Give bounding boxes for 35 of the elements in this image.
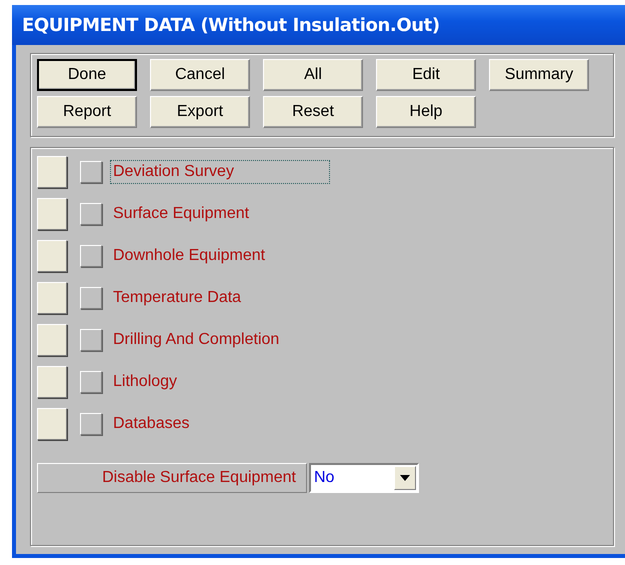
checkbox[interactable] [80,329,102,351]
checkbox[interactable] [80,203,102,225]
dialog-button[interactable]: Export [150,96,250,128]
section-label[interactable]: Deviation Survey [110,160,330,184]
dialog-button[interactable]: Done [37,59,137,91]
section-label[interactable]: Surface Equipment [110,202,252,226]
dialog-button[interactable]: Report [37,96,137,128]
dialog-button[interactable]: Summary [489,59,589,91]
row-button[interactable] [37,198,67,230]
section-label[interactable]: Temperature Data [110,286,244,310]
dialog-button[interactable]: Edit [376,59,476,91]
dialog-button[interactable]: All [263,59,363,91]
section-label[interactable]: Drilling And Completion [110,328,282,352]
option-label: Disable Surface Equipment [37,463,307,493]
section-label[interactable]: Databases [110,412,192,436]
dropdown-button[interactable] [394,466,416,490]
checkbox[interactable] [80,413,102,435]
row-button[interactable] [37,240,67,272]
section-label[interactable]: Downhole Equipment [110,244,268,268]
dialog-button[interactable]: Reset [263,96,363,128]
row-button[interactable] [37,408,67,440]
dialog-button[interactable]: Help [376,96,476,128]
section-label[interactable]: Lithology [110,370,180,394]
row-button[interactable] [37,156,67,188]
checkbox[interactable] [80,245,102,267]
row-button[interactable] [37,366,67,398]
row-button[interactable] [37,282,67,314]
row-button[interactable] [37,324,67,356]
dialog-button[interactable]: Cancel [150,59,250,91]
checkbox[interactable] [80,161,102,183]
checkbox[interactable] [80,371,102,393]
caret-icon [400,475,410,481]
dropdown-field[interactable]: No [309,463,419,493]
window-title: EQUIPMENT DATA (Without Insulation.Out) [21,14,440,36]
checkbox[interactable] [80,287,102,309]
